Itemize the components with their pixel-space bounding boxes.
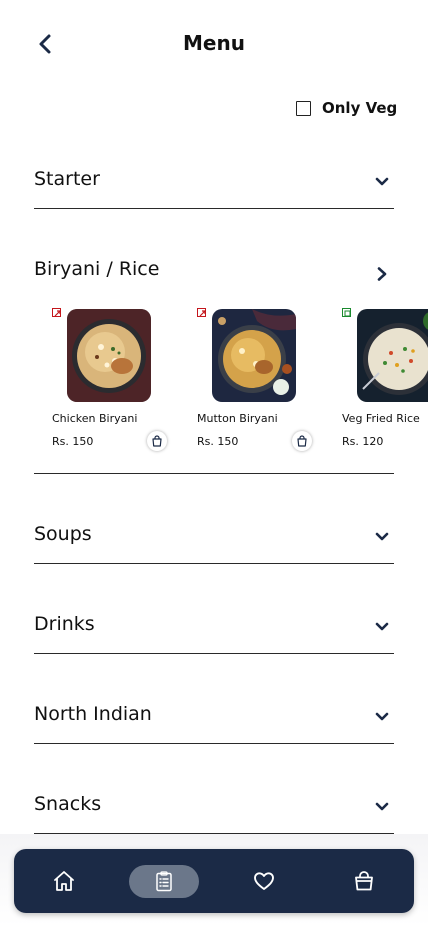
chevron-down-icon[interactable] xyxy=(374,799,390,815)
section-title-soups: Soups xyxy=(34,523,92,545)
chevron-down-icon[interactable] xyxy=(374,709,390,725)
section-title-snacks: Snacks xyxy=(34,793,102,815)
divider xyxy=(34,653,394,654)
divider xyxy=(34,563,394,564)
veg-indicator-icon xyxy=(342,308,351,317)
menu-item-name: Mutton Biryani xyxy=(197,412,278,425)
section-north-indian[interactable]: North Indian xyxy=(34,703,394,733)
only-veg-checkbox[interactable] xyxy=(296,100,311,116)
tab-favorites[interactable] xyxy=(229,849,299,913)
shopping-bag-icon xyxy=(297,435,307,447)
section-title-north-indian: North Indian xyxy=(34,703,152,725)
add-to-cart-button[interactable] xyxy=(147,431,167,451)
heart-icon xyxy=(254,872,274,890)
section-title-drinks: Drinks xyxy=(34,613,95,635)
menu-item-price: Rs. 120 xyxy=(342,435,384,448)
menu-item-card[interactable]: Mutton Biryani Rs. 150 xyxy=(197,300,327,460)
section-title-biryani-rice: Biryani / Rice xyxy=(34,258,160,280)
section-soups[interactable]: Soups xyxy=(34,523,394,553)
clipboard-list-icon xyxy=(156,871,172,892)
menu-item-name: Chicken Biryani xyxy=(52,412,138,425)
section-biryani-rice[interactable]: Biryani / Rice xyxy=(34,258,394,288)
header: Menu xyxy=(0,0,428,90)
add-to-cart-button[interactable] xyxy=(292,431,312,451)
non-veg-indicator-icon xyxy=(197,308,206,317)
menu-item-name: Veg Fried Rice xyxy=(342,412,420,425)
menu-item-card[interactable]: Chicken Biryani Rs. 150 xyxy=(52,300,182,460)
only-veg-toggle[interactable]: Only Veg xyxy=(296,98,397,118)
tab-cart[interactable] xyxy=(329,849,399,913)
shopping-bag-icon xyxy=(152,435,162,447)
section-snacks[interactable]: Snacks xyxy=(34,793,394,823)
section-drinks[interactable]: Drinks xyxy=(34,613,394,643)
section-starter[interactable]: Starter xyxy=(34,168,394,198)
divider xyxy=(34,743,394,744)
only-veg-label: Only Veg xyxy=(322,99,398,117)
menu-item-price: Rs. 150 xyxy=(52,435,94,448)
divider xyxy=(34,208,394,209)
mutton-biryani-image[interactable] xyxy=(212,309,296,402)
divider xyxy=(34,473,394,474)
section-title-starter: Starter xyxy=(34,168,100,190)
tab-home[interactable] xyxy=(29,849,99,913)
veg-fried-rice-image[interactable] xyxy=(357,309,428,402)
chicken-biryani-image[interactable] xyxy=(67,309,151,402)
menu-item-price: Rs. 150 xyxy=(197,435,239,448)
non-veg-indicator-icon xyxy=(52,308,61,317)
chevron-down-icon[interactable] xyxy=(374,529,390,545)
biryani-items-carousel[interactable]: Chicken Biryani Rs. 150 Mutton Biryani R… xyxy=(0,300,428,460)
bottom-tab-bar xyxy=(14,849,414,913)
chevron-down-icon[interactable] xyxy=(374,619,390,635)
chevron-down-icon[interactable] xyxy=(374,174,390,190)
chevron-right-icon[interactable] xyxy=(374,266,390,282)
home-icon xyxy=(54,871,74,891)
shopping-bag-icon xyxy=(355,871,373,891)
page-title: Menu xyxy=(183,31,245,55)
tab-menu[interactable] xyxy=(129,849,199,913)
menu-item-card[interactable]: Veg Fried Rice Rs. 120 xyxy=(342,300,428,460)
